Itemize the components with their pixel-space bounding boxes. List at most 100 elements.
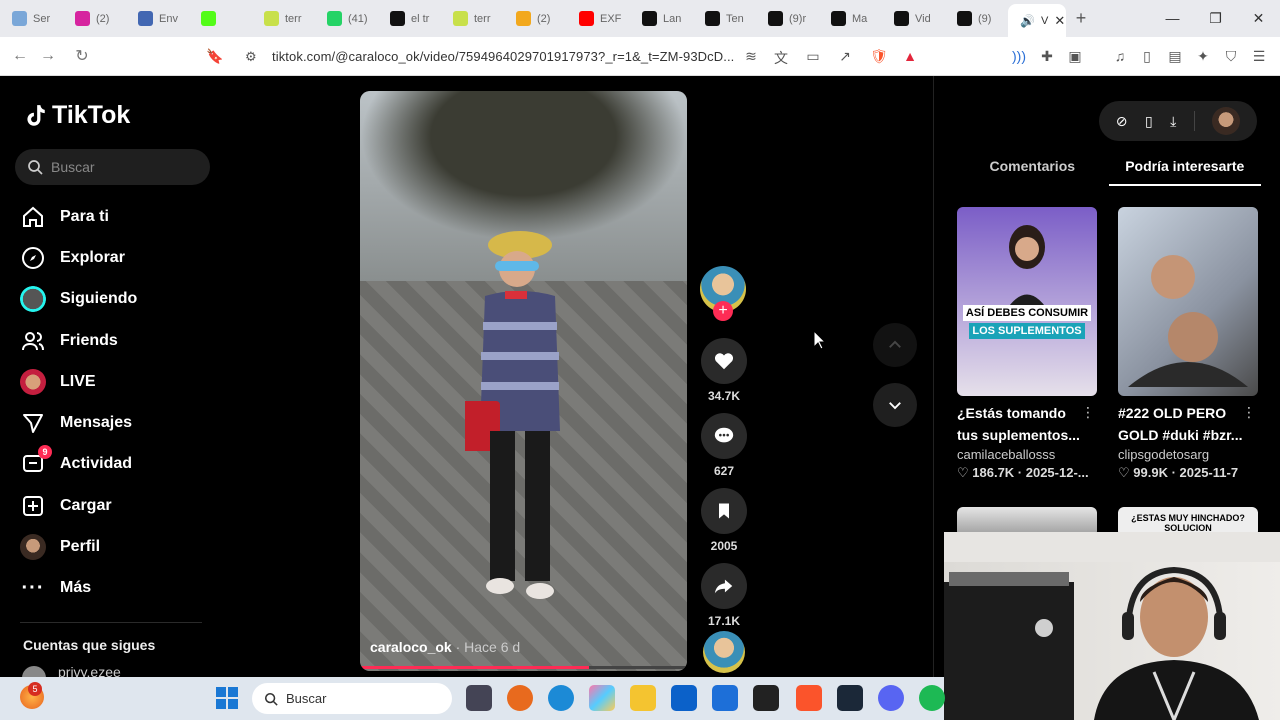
tiktok-logo[interactable]: TikTok — [22, 101, 130, 130]
browser-tab[interactable]: (9) — [945, 0, 1008, 37]
browser-tab[interactable]: Env — [126, 0, 189, 37]
user-avatar[interactable] — [1212, 107, 1241, 135]
mute-icon[interactable]: ≋ — [742, 48, 760, 66]
bookmark-icon[interactable]: 🔖 — [206, 48, 224, 66]
edge-icon[interactable] — [548, 685, 574, 711]
card-author[interactable]: clipsgodetosarg — [1118, 447, 1258, 462]
back-button[interactable]: ← — [6, 47, 34, 65]
address-bar[interactable]: ⚙ tiktok.com/@caraloco_ok/video/75949640… — [237, 43, 929, 70]
browser-tab[interactable]: (9)r — [756, 0, 819, 37]
site-settings-icon[interactable]: ⚙ — [245, 49, 257, 65]
translate-icon[interactable]: 文 — [772, 48, 790, 66]
file-explorer-icon[interactable] — [630, 685, 656, 711]
task-view-icon[interactable] — [466, 685, 492, 711]
nav-item-cargar[interactable]: Cargar — [20, 485, 220, 526]
music-disc[interactable] — [703, 631, 745, 673]
outlook-icon[interactable] — [712, 685, 738, 711]
comment-action[interactable]: 627 — [700, 413, 748, 478]
video-progress-bar[interactable] — [360, 666, 687, 669]
browser-tab[interactable]: (41) — [315, 0, 378, 37]
taskbar-search[interactable]: Buscar — [252, 683, 452, 714]
browser-tab[interactable]: Ma — [819, 0, 882, 37]
send-icon — [23, 414, 43, 434]
tab-podria-interesarte[interactable]: Podría interesarte — [1108, 158, 1261, 186]
store-icon[interactable] — [671, 685, 697, 711]
close-tab-icon[interactable]: ✕ — [1054, 13, 1065, 29]
fl-studio-icon[interactable] — [507, 685, 533, 711]
compass-small-icon[interactable]: ⊘ — [1116, 113, 1128, 130]
discord-icon[interactable] — [878, 685, 904, 711]
copilot-icon[interactable] — [589, 685, 615, 711]
browser-toolbar: ← → ↻ 🔖 ⚙ tiktok.com/@caraloco_ok/video/… — [0, 37, 1280, 76]
leo-ai-icon[interactable]: ✦ — [1194, 48, 1212, 66]
spotify-icon[interactable] — [919, 685, 945, 711]
nav-item-mas[interactable]: ··· Más — [20, 568, 220, 609]
cast-icon[interactable]: ▭ — [804, 48, 822, 66]
phone-icon[interactable]: ▯ — [1145, 113, 1153, 130]
forward-button[interactable]: → — [34, 47, 62, 65]
minimize-button[interactable]: — — [1151, 10, 1194, 27]
audio-icon[interactable]: ))) — [1010, 48, 1028, 66]
media-icon[interactable]: ♫ — [1111, 48, 1129, 66]
share-action[interactable]: 17.1K — [700, 563, 748, 628]
next-video-button[interactable] — [873, 383, 917, 427]
previous-video-button[interactable] — [873, 323, 917, 367]
recommended-card[interactable]: ASÍ DEBES CONSUMIR LOS SUPLEMENTOS ⋮ ¿Es… — [957, 207, 1097, 481]
nav-item-mensajes[interactable]: Mensajes — [20, 402, 220, 443]
steam-icon[interactable] — [837, 685, 863, 711]
browser-tab[interactable]: Vid — [882, 0, 945, 37]
video-player[interactable]: caraloco_ok · Hace 6 d — [360, 91, 687, 671]
browser-tab[interactable]: (2) — [504, 0, 567, 37]
menu-icon[interactable]: ☰ — [1250, 48, 1268, 66]
brave-rewards-icon[interactable]: ▲ — [901, 48, 919, 66]
browser-tab[interactable]: (2) — [63, 0, 126, 37]
like-action[interactable]: 34.7K — [700, 338, 748, 403]
nav-item-para-ti[interactable]: Para ti — [20, 196, 220, 237]
browser-tab[interactable]: Ser — [0, 0, 63, 37]
wallet-icon[interactable]: ▤ — [1166, 48, 1184, 66]
more-options-icon[interactable]: ⋮ — [1081, 404, 1095, 421]
tab-search-icon[interactable]: ▣ — [1066, 48, 1084, 66]
download-icon[interactable]: ⤓ — [1170, 113, 1176, 130]
card-title[interactable]: #222 OLD PERO GOLD #duki #bzr... — [1118, 402, 1248, 446]
follow-button[interactable]: + — [713, 301, 733, 321]
active-tab[interactable]: 🔊 V ✕ — [1008, 4, 1066, 37]
save-action[interactable]: 2005 — [700, 488, 748, 553]
tab-favicon-icon — [327, 11, 342, 26]
more-options-icon[interactable]: ⋮ — [1242, 404, 1256, 421]
card-author[interactable]: camilaceballosss — [957, 447, 1097, 462]
reload-button[interactable]: ↻ — [68, 46, 96, 66]
brave-shield-icon[interactable]: 🛡 — [870, 48, 888, 66]
share-arrow-icon — [714, 579, 733, 594]
browser-tab[interactable]: terr — [441, 0, 504, 37]
video-author[interactable]: caraloco_ok — [370, 639, 452, 655]
browser-tab[interactable]: EXF — [567, 0, 630, 37]
nav-item-explorar[interactable]: Explorar — [20, 237, 220, 278]
nav-item-friends[interactable]: Friends — [20, 320, 220, 361]
nav-item-actividad[interactable]: 9 Actividad — [20, 444, 220, 485]
tab-comentarios[interactable]: Comentarios — [956, 158, 1109, 186]
search-input[interactable]: Buscar — [15, 149, 210, 185]
video-caption[interactable]: caraloco_ok · Hace 6 d — [370, 639, 520, 655]
maximize-button[interactable]: ❐ — [1194, 10, 1237, 27]
nav-item-live[interactable]: LIVE — [20, 361, 220, 402]
vpn-icon[interactable]: ⛉ — [1222, 48, 1240, 66]
share-icon[interactable]: ↗ — [836, 48, 854, 66]
browser-tab[interactable] — [189, 0, 252, 37]
nav-item-perfil[interactable]: Perfil — [20, 526, 220, 567]
logo-text: TikTok — [52, 101, 131, 129]
recommended-card[interactable]: ⋮ #222 OLD PERO GOLD #duki #bzr... clips… — [1118, 207, 1258, 481]
close-window-button[interactable]: ✕ — [1237, 10, 1280, 27]
brave-icon[interactable] — [796, 685, 822, 711]
browser-tab[interactable]: Lan — [630, 0, 693, 37]
sidebar-icon[interactable]: ▯ — [1138, 48, 1156, 66]
browser-tab[interactable]: terr — [252, 0, 315, 37]
nav-item-siguiendo[interactable]: Siguiendo — [20, 279, 220, 320]
browser-tab[interactable]: Ten — [693, 0, 756, 37]
app-icon[interactable] — [753, 685, 779, 711]
windows-start-icon[interactable] — [216, 687, 238, 709]
card-title[interactable]: ¿Estás tomando tus suplementos... — [957, 402, 1087, 446]
extensions-icon[interactable]: ✚ — [1038, 48, 1056, 66]
new-tab-button[interactable]: + — [1066, 8, 1096, 29]
browser-tab[interactable]: el tr — [378, 0, 441, 37]
